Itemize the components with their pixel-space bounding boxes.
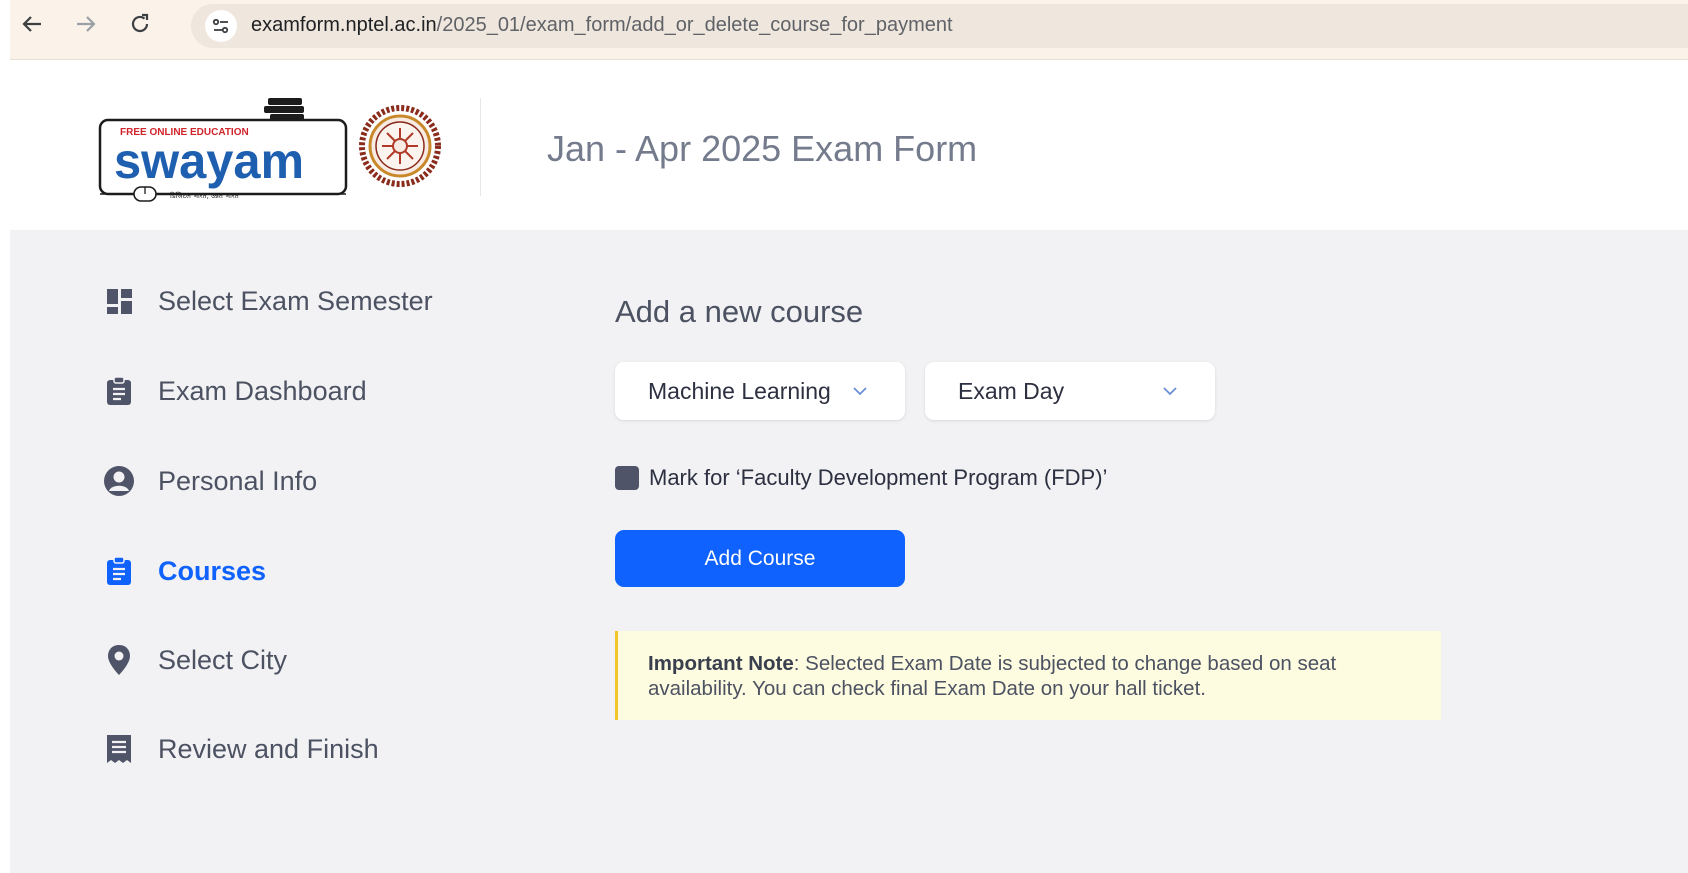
emblem-logo [358,104,442,188]
user-circle-icon [102,464,136,498]
sidebar-item-courses[interactable]: Courses [102,551,266,591]
browser-toolbar: examform.nptel.ac.in/2025_01/exam_form/a… [0,0,1688,60]
back-arrow-icon [22,16,41,32]
sidebar-item-label: Review and Finish [158,733,379,764]
fdp-checkbox-row: Mark for ‘Faculty Development Program (F… [615,464,1107,492]
url-text[interactable]: examform.nptel.ac.in/2025_01/exam_form/a… [251,14,953,37]
fdp-label[interactable]: Mark for ‘Faculty Development Program (F… [649,465,1107,491]
sidebar-item-label: Courses [158,555,267,586]
dashboard-grid-icon [102,284,136,318]
url-path: /2025_01/exam_form/add_or_delete_course_… [436,14,953,36]
sidebar-item-select-city[interactable]: Select City [102,640,287,680]
note-title: Important Note [648,652,794,675]
sidebar-item-label: Exam Dashboard [158,375,367,406]
add-course-button[interactable]: Add Course [615,530,905,587]
section-heading: Add a new course [615,294,864,329]
exam-day-select[interactable]: Exam Day [925,362,1215,420]
swayam-logo[interactable]: FREE ONLINE EDUCATION swayam डिजिटल भारत… [98,98,350,210]
page-title: Jan - Apr 2025 Exam Form [547,128,978,169]
header-divider [480,98,481,196]
sidebar-item-exam-dashboard[interactable]: Exam Dashboard [102,371,367,411]
logo-subtext: डिजिटल भारत, उन्नत भारत [170,191,240,200]
important-note-text: Important Note: Selected Exam Date is su… [648,651,1408,701]
sidebar-item-label: Select Exam Semester [158,285,433,316]
url-host: examform.nptel.ac.in [251,14,437,36]
exam-day-select-value: Exam Day [958,377,1065,404]
reload-icon [131,13,149,33]
sidebar-item-label: Personal Info [158,465,318,496]
sidebar-item-label: Select City [158,644,288,675]
reload-button[interactable] [124,8,156,40]
course-select-value: Machine Learning [648,377,831,404]
receipt-icon [102,732,136,766]
sidebar-item-personal-info[interactable]: Personal Info [102,461,317,501]
site-header: FREE ONLINE EDUCATION swayam डिजिटल भारत… [10,60,1688,230]
logo-wordmark: swayam [114,133,304,189]
important-note: Important Note: Selected Exam Date is su… [615,631,1441,720]
chevron-down-icon [1163,387,1177,396]
fdp-checkbox[interactable] [615,466,639,490]
forward-arrow-icon [77,16,96,32]
back-button[interactable] [16,8,48,40]
clipboard-icon [102,374,136,408]
clipboard-icon [102,554,136,588]
sidebar-item-review-and-finish[interactable]: Review and Finish [102,729,379,769]
site-info-icon [212,18,229,34]
chevron-down-icon [853,387,867,396]
main-content: Select Exam Semester Exam Dashboard Pers… [10,230,1688,873]
course-select[interactable]: Machine Learning [615,362,905,420]
sidebar-item-select-exam-semester[interactable]: Select Exam Semester [102,281,433,321]
location-pin-icon [102,643,136,677]
forward-button[interactable] [70,8,102,40]
site-info-button[interactable] [205,10,237,42]
